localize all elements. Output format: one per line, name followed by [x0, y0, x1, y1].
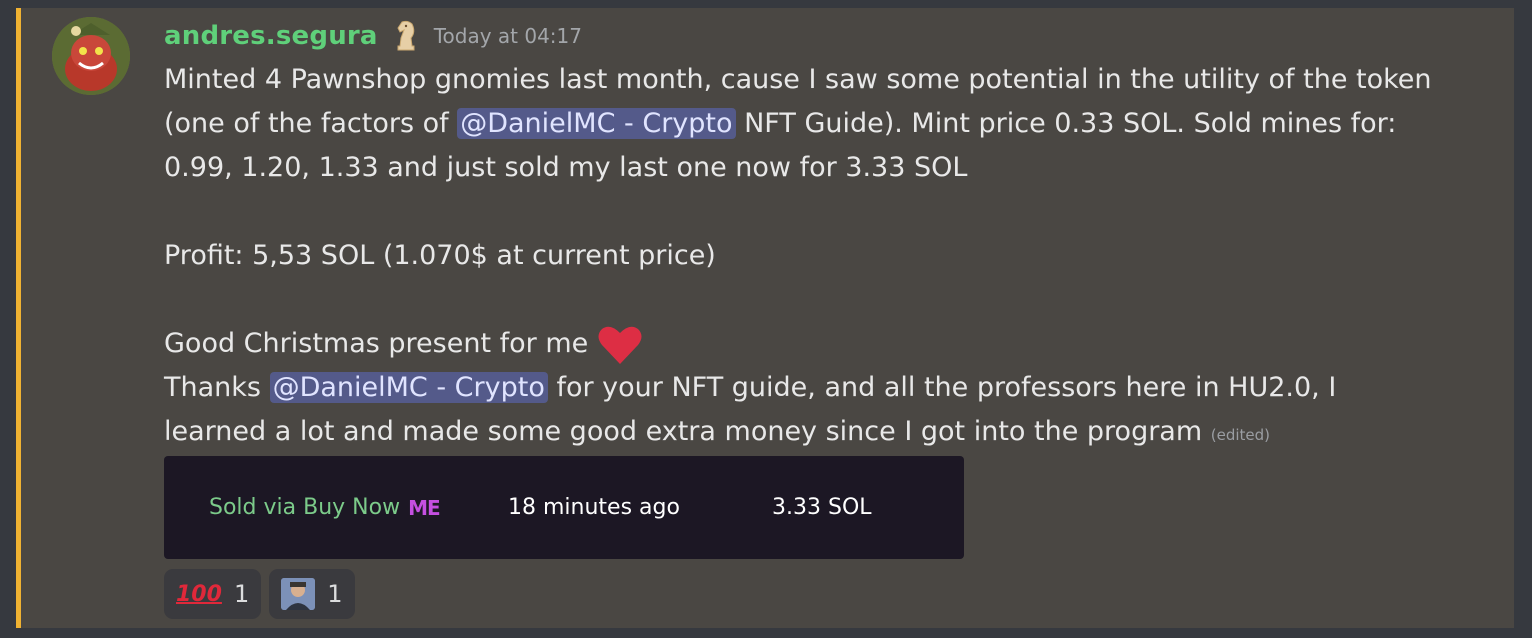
message-content: Minted 4 Pawnshop gnomies last month, ca… [164, 58, 1464, 457]
user-avatar[interactable] [52, 17, 130, 95]
chat-message[interactable]: andres.segura Today at 04:17 Minted 4 Pa… [16, 8, 1514, 628]
red-heart-icon [597, 324, 643, 366]
message-line: Minted 4 Pawnshop gnomies last month, ca… [164, 64, 1432, 95]
message-timestamp[interactable]: Today at 04:17 [434, 24, 582, 48]
reaction-avatar[interactable]: 1 [269, 569, 355, 619]
message-line: Thanks @DanielMC - Crypto for your NFT g… [164, 372, 1337, 403]
embed-time: 18 minutes ago [508, 495, 680, 520]
message-line: (one of the factors of @DanielMC - Crypt… [164, 108, 1397, 139]
hundred-points-icon: 100 [176, 581, 222, 607]
embed-price: 3.33 SOL [772, 495, 872, 520]
sale-embed[interactable]: Sold via Buy Now ME 18 minutes ago 3.33 … [164, 456, 964, 559]
user-mention[interactable]: @DanielMC - Crypto [457, 108, 736, 139]
chess-knight-icon[interactable] [392, 18, 420, 54]
message-header: andres.segura Today at 04:17 [164, 18, 582, 54]
reaction-100[interactable]: 100 1 [164, 569, 262, 619]
embed-source: Sold via Buy Now ME [209, 495, 441, 520]
custom-avatar-emoji-icon [281, 578, 316, 610]
message-line: Profit: 5,53 SOL (1.070$ at current pric… [164, 240, 716, 271]
username[interactable]: andres.segura [164, 21, 378, 51]
edited-label: (edited) [1210, 426, 1271, 444]
message-line: Good Christmas present for me [164, 322, 1464, 366]
magic-eden-logo-icon: ME [408, 495, 441, 520]
user-mention[interactable]: @DanielMC - Crypto [269, 372, 548, 403]
message-line: 0.99, 1.20, 1.33 and just sold my last o… [164, 152, 968, 183]
reaction-count: 1 [327, 580, 343, 608]
reactions-bar: 100 1 1 [164, 569, 355, 619]
message-line: learned a lot and made some good extra m… [164, 416, 1271, 447]
reaction-count: 1 [233, 580, 250, 608]
